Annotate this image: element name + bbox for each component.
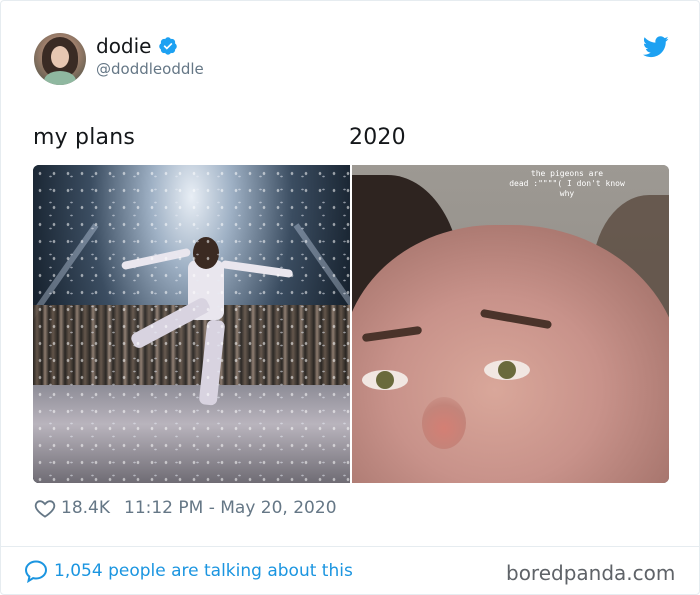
display-name[interactable]: dodie [96,34,152,58]
story-overlay-text: the pigeons are dead :""""( I don't know… [509,169,625,198]
eye [484,360,530,380]
tweet-caption-left: my plans [33,125,136,150]
avatar[interactable] [34,33,86,85]
tweet-timestamp[interactable]: 11:12 PM - May 20, 2020 [124,498,337,518]
concert-stage-photo[interactable] [33,165,350,483]
tweet-media[interactable]: the pigeons are dead :""""( I don't know… [33,165,669,483]
twitter-bird-icon[interactable] [643,36,669,58]
crying-selfie-photo[interactable]: the pigeons are dead :""""( I don't know… [352,165,669,483]
avatar-face [51,46,69,68]
verified-badge-icon [158,37,177,55]
nose [422,397,466,449]
author-name-row[interactable]: dodie [96,34,178,58]
user-handle[interactable]: @doddleoddle [96,60,204,78]
tweet-card: dodie @doddleoddle my plans 2020 the pig… [0,0,700,595]
avatar-shirt [44,71,76,85]
confetti [33,165,350,483]
conversation-text[interactable]: 1,054 people are talking about this [54,561,353,581]
boredpanda-watermark: boredpanda.com [506,561,676,585]
divider-line [1,546,700,547]
conversation-link[interactable]: 1,054 people are talking about this [24,559,353,583]
like-count[interactable]: 18.4K [61,498,110,518]
heart-icon[interactable] [34,498,56,518]
selfie-face [352,225,669,483]
tweet-caption-right: 2020 [349,125,406,150]
speech-bubble-icon [24,560,48,583]
tweet-meta: 18.4K 11:12 PM - May 20, 2020 [34,497,337,519]
eye [362,370,408,390]
